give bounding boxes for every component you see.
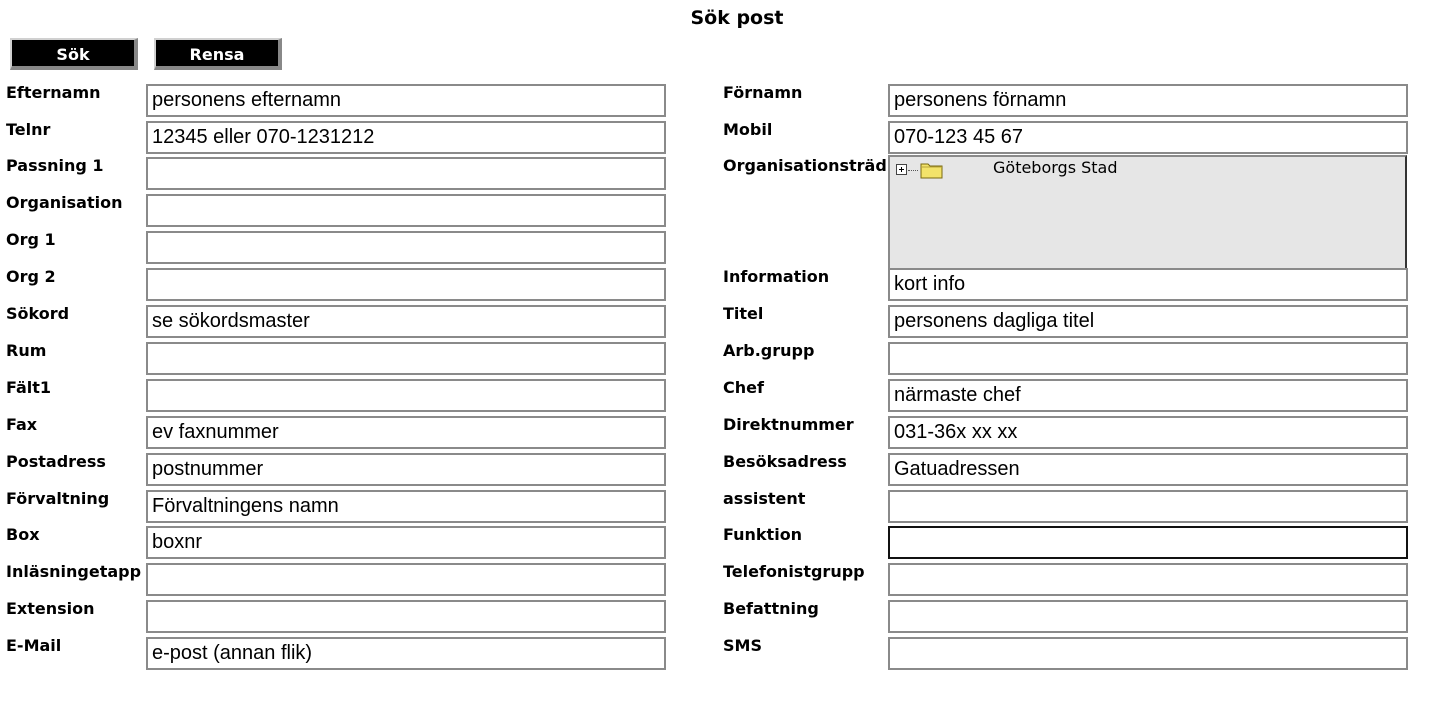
box-label: Box bbox=[6, 525, 40, 544]
falt1-field[interactable] bbox=[146, 379, 666, 412]
fornamn-field[interactable]: personens förnamn bbox=[888, 84, 1408, 117]
passning1-field[interactable] bbox=[146, 157, 666, 190]
rum-field[interactable] bbox=[146, 342, 666, 375]
telefonistgrupp-field[interactable] bbox=[888, 563, 1408, 596]
org2-field[interactable] bbox=[146, 268, 666, 301]
arbgrupp-field[interactable] bbox=[888, 342, 1408, 375]
mobil-label: Mobil bbox=[723, 120, 773, 139]
organisation-label: Organisation bbox=[6, 193, 123, 212]
box-field[interactable]: boxnr bbox=[146, 526, 666, 559]
falt1-label: Fält1 bbox=[6, 378, 52, 397]
chef-label: Chef bbox=[723, 378, 764, 397]
befattning-field[interactable] bbox=[888, 600, 1408, 633]
telefonistgrupp-label: Telefonistgrupp bbox=[723, 562, 865, 581]
tree-connector bbox=[908, 170, 918, 171]
direktnummer-field[interactable]: 031-36x xx xx bbox=[888, 416, 1408, 449]
information-label: Information bbox=[723, 267, 830, 286]
fax-field[interactable]: ev faxnummer bbox=[146, 416, 666, 449]
expand-plus-icon[interactable] bbox=[896, 164, 907, 175]
organisation-tree[interactable]: Göteborgs Stad bbox=[888, 155, 1407, 270]
rum-label: Rum bbox=[6, 341, 47, 360]
sokord-label: Sökord bbox=[6, 304, 70, 323]
extension-field[interactable] bbox=[146, 600, 666, 633]
folder-icon bbox=[920, 163, 943, 179]
funktion-label: Funktion bbox=[723, 525, 803, 544]
telnr-label: Telnr bbox=[6, 120, 51, 139]
funktion-field[interactable] bbox=[888, 526, 1408, 559]
org1-field[interactable] bbox=[146, 231, 666, 264]
forvaltning-label: Förvaltning bbox=[6, 489, 110, 508]
inlasningetapp-field[interactable] bbox=[146, 563, 666, 596]
email-label: E-Mail bbox=[6, 636, 62, 655]
org2-label: Org 2 bbox=[6, 267, 56, 286]
titel-label: Titel bbox=[723, 304, 764, 323]
sokord-field[interactable]: se sökordsmaster bbox=[146, 305, 666, 338]
befattning-label: Befattning bbox=[723, 599, 819, 618]
sms-field[interactable] bbox=[888, 637, 1408, 670]
assistent-field[interactable] bbox=[888, 490, 1408, 523]
forvaltning-field[interactable]: Förvaltningens namn bbox=[146, 490, 666, 523]
search-button[interactable]: Sök bbox=[10, 38, 138, 70]
besoksadress-field[interactable]: Gatuadressen bbox=[888, 453, 1408, 486]
inlasningetapp-label: Inläsningetapp bbox=[6, 562, 142, 581]
arbgrupp-label: Arb.grupp bbox=[723, 341, 815, 360]
mobil-field[interactable]: 070-123 45 67 bbox=[888, 121, 1408, 154]
direktnummer-label: Direktnummer bbox=[723, 415, 854, 434]
assistent-label: assistent bbox=[723, 489, 806, 508]
clear-button[interactable]: Rensa bbox=[154, 38, 282, 70]
telnr-field[interactable]: 12345 eller 070-1231212 bbox=[146, 121, 666, 154]
page-title: Sök post bbox=[690, 7, 784, 29]
org1-label: Org 1 bbox=[6, 230, 56, 249]
postadress-label: Postadress bbox=[6, 452, 106, 471]
efternamn-label: Efternamn bbox=[6, 83, 101, 102]
fornamn-label: Förnamn bbox=[723, 83, 803, 102]
organisation-field[interactable] bbox=[146, 194, 666, 227]
organisationstrad-label: Organisationsträd bbox=[723, 156, 887, 175]
efternamn-field[interactable]: personens efternamn bbox=[146, 84, 666, 117]
titel-field[interactable]: personens dagliga titel bbox=[888, 305, 1408, 338]
sms-label: SMS bbox=[723, 636, 762, 655]
postadress-field[interactable]: postnummer bbox=[146, 453, 666, 486]
besoksadress-label: Besöksadress bbox=[723, 452, 847, 471]
extension-label: Extension bbox=[6, 599, 95, 618]
passning1-label: Passning 1 bbox=[6, 156, 104, 175]
chef-field[interactable]: närmaste chef bbox=[888, 379, 1408, 412]
tree-node-goteborgs-stad[interactable]: Göteborgs Stad bbox=[993, 158, 1118, 177]
email-field[interactable]: e-post (annan flik) bbox=[146, 637, 666, 670]
information-field[interactable]: kort info bbox=[888, 268, 1408, 301]
fax-label: Fax bbox=[6, 415, 38, 434]
